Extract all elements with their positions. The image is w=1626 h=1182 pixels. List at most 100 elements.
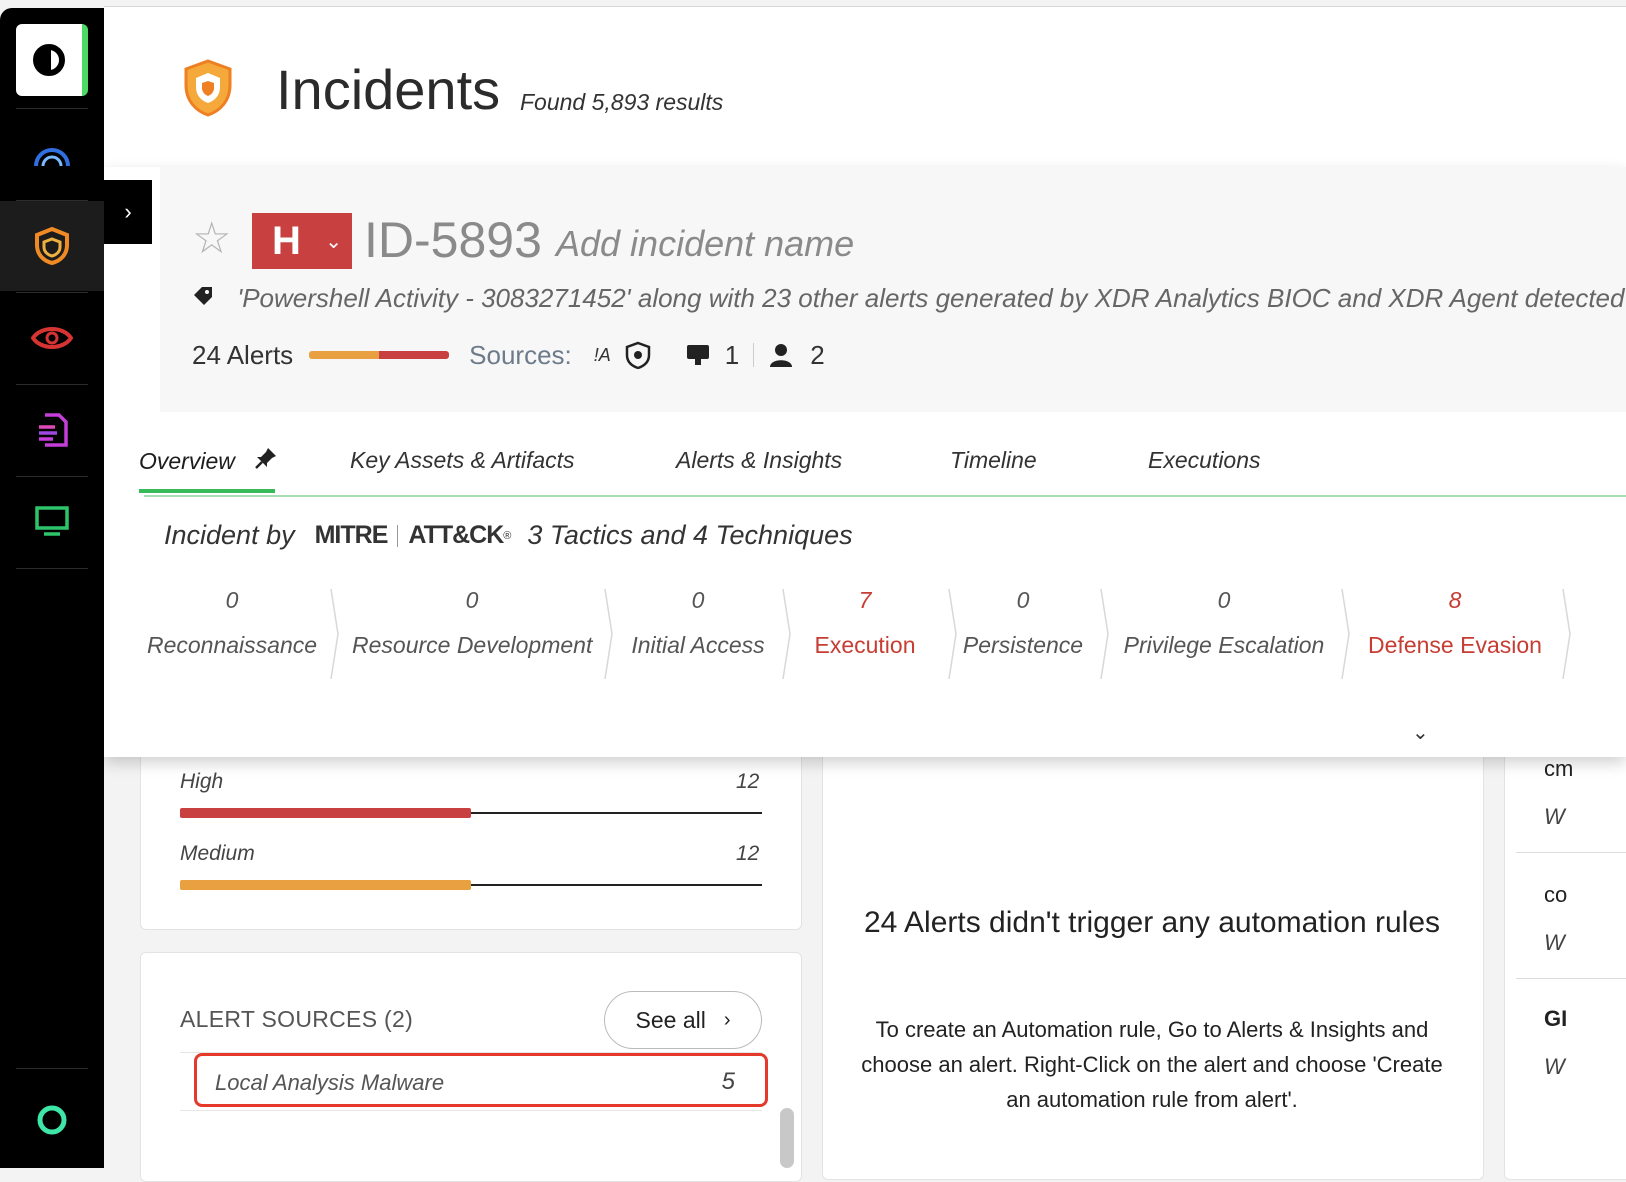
attck-logo: ATT&CK [408, 521, 504, 549]
scrollbar-thumb[interactable] [780, 1108, 794, 1168]
tactic-column[interactable]: 0 Reconnaissance [112, 587, 352, 659]
right-item-label: co [1544, 882, 1568, 907]
sidebar-item-dashboard[interactable] [0, 110, 104, 200]
page-header: Incidents Found 5,893 results [104, 7, 1626, 167]
users-count[interactable]: 2 [810, 340, 824, 371]
divider [397, 524, 399, 547]
severity-dropdown[interactable]: H ⌄ [252, 213, 352, 269]
incident-stats: 24 Alerts Sources: !A 1 2 [192, 335, 825, 375]
ring-icon [37, 1105, 67, 1135]
tactic-name: Reconnaissance [146, 632, 318, 658]
alerts-severity-bar [309, 351, 450, 359]
app-sidebar [0, 8, 104, 1168]
pin-icon[interactable] [255, 448, 277, 474]
tactic-column[interactable]: 8 Defense Evasion [1335, 587, 1575, 659]
description-text: 'Powershell Activity - 3083271452' along… [237, 283, 1625, 313]
right-item-sub: W [1544, 930, 1565, 955]
expand-sidebar-button[interactable]: › [104, 180, 152, 244]
shield-icon [35, 227, 69, 265]
sidebar-divider [16, 568, 88, 569]
tactic-count: 0 [225, 587, 239, 613]
sidebar-item-incidents[interactable] [0, 201, 104, 291]
alert-sources-title: ALERT SOURCES (2) [180, 1006, 414, 1032]
severity-label-high: High [180, 770, 224, 793]
tactics-row: 0 Reconnaissance 0 Resource Development 0 Ini… [104, 587, 1626, 687]
active-tab-indicator [139, 489, 275, 493]
tactic-name: Privilege Escalation [1123, 632, 1325, 658]
severity-count-medium: 12 [736, 842, 760, 865]
severity-bar-medium [180, 880, 471, 890]
registered-mark: ® [503, 529, 512, 542]
chevron-down-icon[interactable]: ⌄ [1412, 720, 1429, 745]
chevron-right-icon: › [124, 199, 132, 224]
sources-label: Sources: [469, 339, 572, 370]
incident-description: 'Powershell Activity - 3083271452' along… [192, 283, 1626, 314]
cortex-logo-icon [33, 44, 65, 76]
severity-bar-high [180, 808, 471, 818]
tactic-count: 0 [465, 587, 479, 613]
host-icon [686, 345, 709, 365]
page-title: Incidents [276, 58, 501, 121]
incident-name-field[interactable]: Add incident name [556, 223, 854, 265]
mitre-prefix: Incident by [164, 520, 295, 550]
tactic-name: Execution [814, 632, 916, 658]
mitre-logo: MITRE [314, 521, 389, 549]
incident-card: ☆ H ⌄ ID-5893 Add incident name 'Powersh… [104, 167, 1626, 757]
analytics-source-icon: !A [593, 344, 611, 365]
see-all-label: See all [635, 1006, 706, 1033]
tactic-count: 8 [1448, 587, 1462, 613]
divider [1516, 978, 1626, 979]
star-icon[interactable]: ☆ [192, 213, 231, 264]
tactic-name: Persistence [962, 632, 1084, 658]
monitor-icon [35, 506, 69, 536]
tab-timeline[interactable]: Timeline [950, 447, 1037, 474]
results-count: Found 5,893 results [520, 89, 724, 115]
tab-executions[interactable]: Executions [1148, 447, 1261, 474]
right-item-sub: W [1544, 804, 1565, 829]
tab-key-assets[interactable]: Key Assets & Artifacts [350, 447, 575, 474]
right-item-sub: W [1544, 1054, 1565, 1079]
divider [180, 1110, 762, 1111]
tag-icon [192, 283, 221, 313]
eye-icon [31, 327, 73, 349]
divider [1516, 852, 1626, 853]
alerts-count[interactable]: 24 Alerts [192, 340, 293, 371]
automation-body: To create an Automation rule, Go to Aler… [861, 1017, 1443, 1112]
alert-source-count: 5 [721, 1068, 735, 1095]
tactic-separator [330, 589, 339, 679]
sidebar-divider [16, 108, 88, 109]
tactic-column[interactable]: 0 Resource Development [352, 587, 592, 659]
app-logo[interactable] [16, 24, 88, 96]
alert-source-item[interactable]: Local Analysis Malware 5 [194, 1053, 768, 1107]
severity-label-medium: Medium [180, 842, 255, 865]
incident-tabs: Overview Key Assets & Artifacts Alerts &… [139, 437, 1626, 497]
hosts-count[interactable]: 1 [725, 340, 739, 371]
sidebar-item-endpoints[interactable] [0, 477, 104, 567]
automation-heading: 24 Alerts didn't trigger any automation … [863, 906, 1441, 939]
mitre-summary: 3 Tactics and 4 Techniques [527, 520, 853, 550]
tactic-column[interactable]: 0 Privilege Escalation [1104, 587, 1344, 659]
tab-overview[interactable]: Overview [139, 447, 277, 475]
tactic-separator [1562, 589, 1571, 679]
right-item-label: cm [1544, 756, 1574, 781]
incidents-shield-icon [184, 59, 232, 117]
severity-count-high: 12 [736, 770, 760, 793]
incident-id: ID-5893 [364, 212, 542, 268]
tab-label: Overview [139, 448, 235, 474]
alert-source-name: Local Analysis Malware [215, 1070, 445, 1095]
sidebar-divider [16, 1068, 88, 1069]
sidebar-item-threat-intel[interactable] [0, 293, 104, 383]
gauge-icon [34, 148, 70, 167]
tactic-count: 0 [1217, 587, 1231, 613]
mitre-header: Incident by MITRE ATT&CK ® 3 Tactics and… [164, 520, 853, 551]
sidebar-item-assistant[interactable] [0, 1080, 104, 1160]
right-item-label: GI [1544, 1006, 1568, 1031]
tactic-name: Resource Development [352, 632, 593, 658]
tactic-name: Defense Evasion [1368, 632, 1542, 658]
see-all-button[interactable]: See all › [604, 991, 762, 1049]
divider [753, 343, 755, 367]
report-icon [39, 413, 68, 447]
chevron-right-icon: › [723, 1008, 731, 1031]
sidebar-item-reports[interactable] [0, 385, 104, 475]
tab-alerts-insights[interactable]: Alerts & Insights [676, 447, 842, 474]
